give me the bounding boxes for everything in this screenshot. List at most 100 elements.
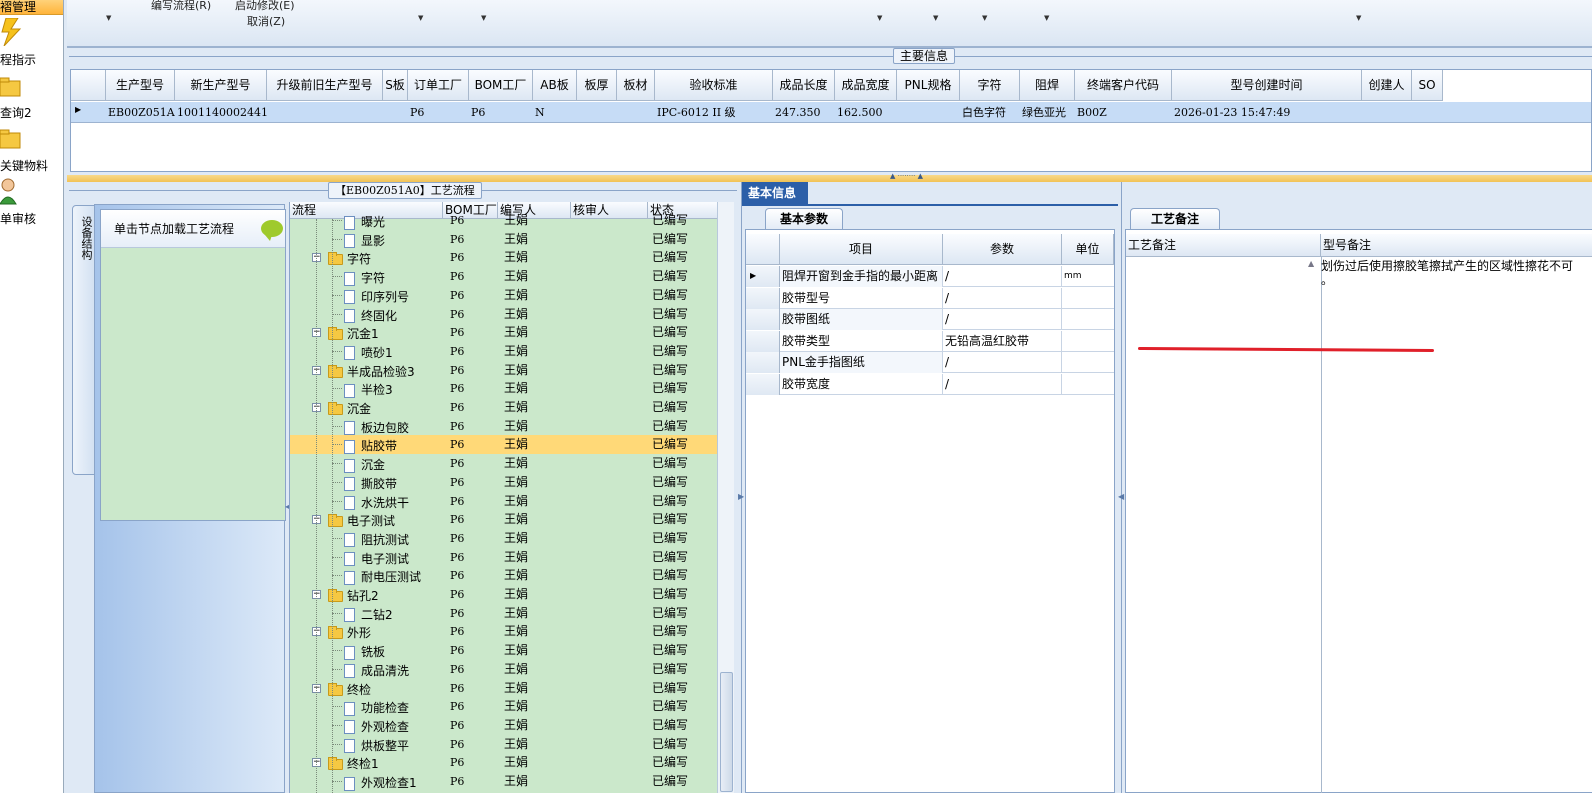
start-modify-button[interactable]: 启动修改(E): [235, 0, 295, 13]
tree-row[interactable]: 电子测试 − P6 王娟 已编写: [290, 510, 717, 529]
col-header-value[interactable]: 参数: [943, 234, 1062, 265]
splitter-arrow-icon[interactable]: ▲ ········ ▲: [890, 172, 923, 180]
tree-row[interactable]: 半检3 P6 王娟 已编写: [290, 379, 717, 398]
col-header[interactable]: BOM工厂: [469, 70, 533, 101]
dropdown-arrow-icon[interactable]: ▼: [982, 14, 987, 22]
nav-item-key-material[interactable]: 关键物料: [0, 128, 63, 174]
dropdown-arrow-icon[interactable]: ▼: [418, 14, 423, 22]
tree-row[interactable]: 显影 P6 王娟 已编写: [290, 230, 717, 249]
nav-item-order-review[interactable]: 单审核: [0, 178, 63, 226]
node-hint-header[interactable]: 单击节点加载工艺流程: [101, 210, 285, 248]
tree-row[interactable]: 阻抗测试 P6 王娟 已编写: [290, 529, 717, 548]
param-value[interactable]: /: [943, 309, 1062, 330]
tree-row[interactable]: 铣板 P6 王娟 已编写: [290, 641, 717, 660]
tree-row[interactable]: 半成品检验3− P6 王娟 已编写: [290, 361, 717, 380]
col-header[interactable]: 终端客户代码: [1075, 70, 1172, 101]
tab-process-remark[interactable]: 工艺备注: [1130, 208, 1220, 230]
tree-row[interactable]: 电子测试 P6 王娟 已编写: [290, 548, 717, 567]
col-header[interactable]: 板厚: [577, 70, 617, 101]
col-header[interactable]: 字符: [960, 70, 1020, 101]
tree-row[interactable]: 曝光 P6 王娟 已编写: [290, 211, 717, 230]
tree-row[interactable]: 水洗烘干 P6 王娟 已编写: [290, 492, 717, 511]
col-header[interactable]: 验收标准: [655, 70, 773, 101]
scroll-up-icon[interactable]: ▲: [1308, 259, 1314, 268]
table-cell[interactable]: 白色字符: [960, 103, 1020, 123]
tree-row[interactable]: 烘板整平 P6 王娟 已编写: [290, 735, 717, 754]
splitter-grip-icon[interactable]: ▶: [738, 492, 744, 501]
param-row[interactable]: ▶ 阻焊开窗到金手指的最小距离 / mm: [746, 266, 1114, 287]
tree-row[interactable]: 钻孔2− P6 王娟 已编写: [290, 585, 717, 604]
table-cell[interactable]: P6: [408, 103, 469, 123]
col-header[interactable]: S板: [383, 70, 408, 101]
param-value[interactable]: /: [943, 287, 1062, 309]
param-row[interactable]: 胶带型号 /: [746, 287, 1114, 309]
dropdown-arrow-icon[interactable]: ▼: [1356, 14, 1361, 22]
param-value[interactable]: /: [943, 373, 1062, 395]
tree-row[interactable]: 成品清洗 P6 王娟 已编写: [290, 660, 717, 679]
table-cell[interactable]: 247.350: [773, 103, 835, 123]
tree-row[interactable]: 沉金 − P6 王娟 已编写: [290, 398, 717, 417]
col-header[interactable]: SO: [1412, 70, 1443, 101]
cancel-button[interactable]: 取消(Z): [247, 13, 285, 29]
col-header-model-remark[interactable]: 型号备注: [1321, 234, 1592, 257]
param-row[interactable]: PNL金手指图纸 /: [746, 352, 1114, 373]
col-header[interactable]: 生产型号: [106, 70, 175, 101]
table-cell[interactable]: IPC-6012 II 级: [655, 103, 773, 123]
tree-row[interactable]: 功能检查 P6 王娟 已编写: [290, 697, 717, 716]
horizontal-splitter[interactable]: ▲ ········ ▲: [67, 172, 1592, 182]
tree-row[interactable]: 沉金1− P6 王娟 已编写: [290, 323, 717, 342]
table-cell[interactable]: [1412, 103, 1443, 123]
col-header[interactable]: 升级前旧生产型号: [267, 70, 383, 101]
tree-row[interactable]: 终检 − P6 王娟 已编写: [290, 679, 717, 698]
col-header[interactable]: 板材: [617, 70, 655, 101]
table-cell[interactable]: 2026-01-23 15:47:49: [1172, 103, 1362, 123]
tree-row[interactable]: 终检1− P6 王娟 已编写: [290, 753, 717, 772]
table-cell[interactable]: 10011400024412: [175, 103, 267, 123]
dropdown-arrow-icon[interactable]: ▼: [877, 14, 882, 22]
col-header-item[interactable]: 项目: [780, 234, 943, 265]
edit-flow-button[interactable]: 编写流程(R): [151, 0, 211, 13]
tree-row[interactable]: 喷砂1 P6 王娟 已编写: [290, 342, 717, 361]
col-header[interactable]: PNL规格: [897, 70, 960, 101]
model-remark-text[interactable]: 划伤过后使用擦胶笔擦拭产生的区域性擦花不可 。: [1321, 259, 1592, 287]
tree-row[interactable]: 字符 − P6 王娟 已编写: [290, 248, 717, 267]
col-header[interactable]: 新生产型号: [175, 70, 267, 101]
param-row[interactable]: 胶带宽度 /: [746, 373, 1114, 395]
col-header-process-remark[interactable]: 工艺备注: [1126, 234, 1321, 257]
col-header[interactable]: 型号创建时间: [1172, 70, 1362, 101]
param-value[interactable]: /: [943, 352, 1062, 373]
col-header[interactable]: 成品宽度: [835, 70, 897, 101]
col-header[interactable]: 创建人: [1362, 70, 1412, 101]
dropdown-arrow-icon[interactable]: ▼: [481, 14, 486, 22]
table-cell[interactable]: EB00Z051A0: [106, 103, 175, 123]
dropdown-arrow-icon[interactable]: ▼: [1044, 14, 1049, 22]
tree-row[interactable]: 撕胶带 P6 王娟 已编写: [290, 473, 717, 492]
col-header[interactable]: 阻焊: [1020, 70, 1075, 101]
dropdown-arrow-icon[interactable]: ▼: [933, 14, 938, 22]
tree-row[interactable]: 板边包胶 P6 王娟 已编写: [290, 417, 717, 436]
tree-row[interactable]: 耐电压测试 P6 王娟 已编写: [290, 566, 717, 585]
tree-row[interactable]: 字符 P6 王娟 已编写: [290, 267, 717, 286]
tab-basic-info[interactable]: 基本信息: [742, 182, 808, 206]
col-header[interactable]: 订单工厂: [408, 70, 469, 101]
splitter-grip-icon[interactable]: ◀: [1118, 492, 1124, 501]
tree-row[interactable]: 终固化 P6 王娟 已编写: [290, 305, 717, 324]
col-header-unit[interactable]: 单位: [1062, 234, 1114, 265]
tree-row[interactable]: 印序列号 P6 王娟 已编写: [290, 286, 717, 305]
tree-row[interactable]: 二钻2 P6 王娟 已编写: [290, 604, 717, 623]
table-cell[interactable]: [897, 103, 960, 123]
left-nav-header[interactable]: 褶管理: [0, 0, 63, 15]
table-cell[interactable]: 162.500: [835, 103, 897, 123]
side-tab-device-structure[interactable]: 设备结构: [72, 205, 95, 475]
param-row[interactable]: 胶带类型 无铅高温红胶带: [746, 330, 1114, 352]
table-cell[interactable]: [577, 103, 617, 123]
nav-item-process-instruction[interactable]: 程指示: [0, 18, 63, 68]
tree-row[interactable]: 外观检查 P6 王娟 已编写: [290, 716, 717, 735]
tree-scrollbar[interactable]: [717, 202, 734, 793]
tree-row[interactable]: 沉金 P6 王娟 已编写: [290, 454, 717, 473]
tree-row[interactable]: 贴胶带 P6 王娟 已编写: [290, 435, 717, 455]
tree-row[interactable]: 外观检查1 P6 王娟 已编写: [290, 772, 717, 791]
table-cell[interactable]: P6: [469, 103, 533, 123]
scrollbar-thumb[interactable]: [720, 672, 733, 792]
table-cell[interactable]: [383, 103, 408, 123]
